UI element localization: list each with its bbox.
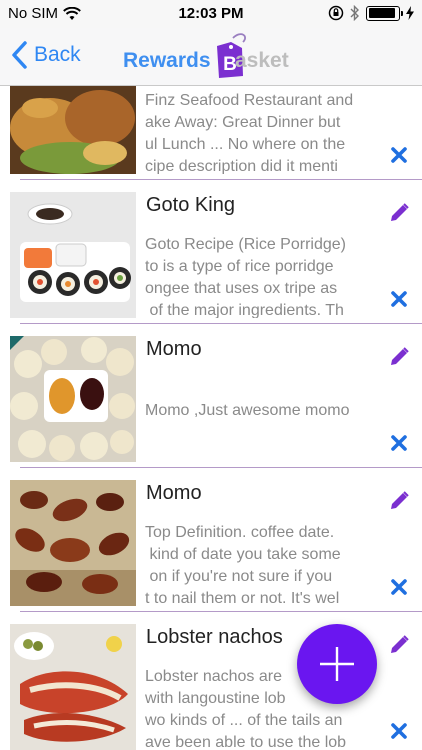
back-button[interactable]: Back (10, 40, 81, 70)
list-item[interactable]: Finz Seafood Restaurant and ake Away: Gr… (0, 86, 422, 180)
plus-icon (320, 647, 354, 681)
battery-icon (366, 5, 403, 21)
list-item[interactable]: Momo Top Definition. coffee date. kind o… (0, 468, 422, 612)
pencil-icon[interactable] (388, 490, 410, 512)
charging-icon (406, 6, 414, 20)
thumbnail-lobster-platter (10, 624, 136, 750)
app-logo: Rewards B asket (123, 32, 313, 82)
nav-bar: Back Rewards B asket (0, 28, 422, 86)
logo-text-basket: asket (235, 49, 289, 72)
add-item-button[interactable] (297, 624, 377, 704)
thumbnail-dates-fruit (10, 480, 136, 606)
thumbnail-seafood-dish (10, 86, 136, 174)
bluetooth-icon (350, 5, 359, 21)
close-icon[interactable] (390, 578, 408, 596)
pencil-icon[interactable] (388, 346, 410, 368)
pencil-icon[interactable] (388, 202, 410, 224)
thumbnail-momo-dumplings (10, 336, 136, 462)
orientation-lock-icon (328, 5, 344, 21)
logo-text-rewards: Rewards (123, 49, 211, 72)
item-description: Momo ,Just awesome momo (145, 402, 350, 419)
close-icon[interactable] (390, 722, 408, 740)
item-title: Momo (146, 482, 202, 504)
list-item[interactable]: Goto King Goto Recipe (Rice Porridge) to… (0, 180, 422, 324)
pencil-icon[interactable] (388, 634, 410, 656)
battery-level (368, 8, 395, 18)
item-description: Top Definition. coffee date. kind of dat… (145, 524, 341, 606)
close-icon[interactable] (390, 434, 408, 452)
close-icon[interactable] (390, 290, 408, 308)
close-icon[interactable] (390, 146, 408, 164)
chevron-left-icon (12, 41, 27, 69)
item-description: Finz Seafood Restaurant and ake Away: Gr… (145, 92, 354, 174)
item-title: Goto King (146, 194, 235, 216)
status-bar: No SIM 12:03 PM (0, 0, 422, 28)
item-description: Goto Recipe (Rice Porridge) to is a type… (145, 236, 346, 318)
list-item[interactable]: Momo Momo ,Just awesome momo (0, 324, 422, 468)
status-bar-right (328, 5, 414, 21)
item-title: Lobster nachos (146, 626, 283, 648)
thumbnail-sushi-plate (10, 192, 136, 318)
back-label: Back (34, 43, 81, 66)
item-title: Momo (146, 338, 202, 360)
